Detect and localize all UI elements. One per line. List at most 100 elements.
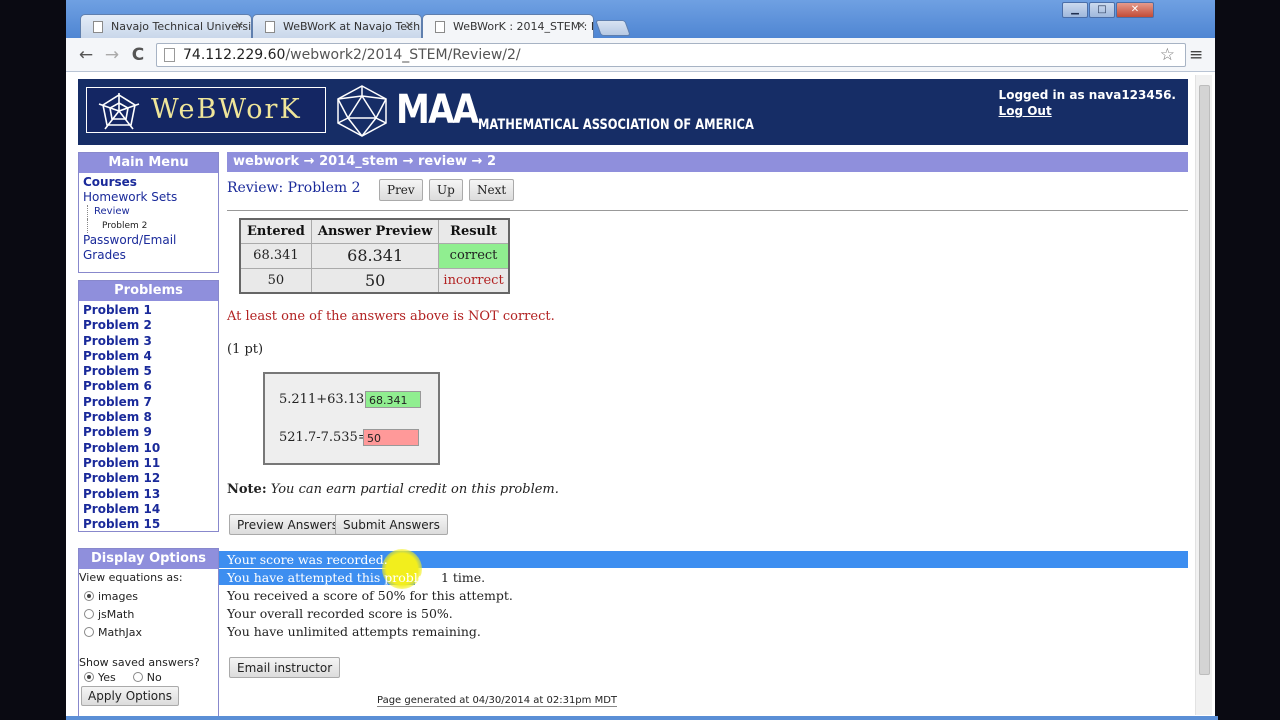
tab-title: WeBWorK at Navajo Tech	[283, 20, 421, 33]
problem-link[interactable]: Problem 14	[83, 502, 214, 517]
forward-arrow-icon[interactable]: →	[102, 45, 122, 65]
prev-button[interactable]: Prev	[379, 179, 423, 201]
webwork-logo-text: WeBWorK	[151, 94, 302, 125]
problem-link[interactable]: Problem 2	[83, 318, 214, 333]
apply-options-button[interactable]: Apply Options	[81, 686, 179, 706]
vertical-scrollbar[interactable]	[1195, 75, 1212, 715]
login-info: Logged in as nava123456. Log Out	[999, 87, 1176, 119]
problems-menu: Problems Problem 1 Problem 2 Problem 3 P…	[78, 280, 219, 532]
problem-link[interactable]: Problem 8	[83, 410, 214, 425]
up-button[interactable]: Up	[429, 179, 463, 201]
close-window-button[interactable]: ✕	[1116, 2, 1154, 18]
page-icon	[93, 21, 103, 33]
result-correct: correct	[438, 242, 510, 269]
reload-icon[interactable]: C	[128, 45, 148, 65]
close-tab-icon[interactable]: ✕	[235, 19, 244, 32]
col-entered: Entered	[239, 218, 312, 244]
problem2-current: Problem 2	[87, 219, 214, 233]
answer-table: Entered Answer Preview Result 68.341 68.…	[239, 218, 510, 294]
maximize-button[interactable]: □	[1089, 2, 1115, 18]
problem-link[interactable]: Problem 15	[83, 517, 214, 532]
entered-cell: 68.341	[239, 242, 312, 269]
not-correct-message: At least one of the answers above is NOT…	[227, 309, 555, 324]
table-row: 50 50 incorrect	[239, 267, 510, 294]
page-footer: Page generated at 04/30/2014 at 02:31pm …	[377, 695, 618, 707]
overall-score-text: Your overall recorded score is 50%.	[227, 606, 453, 621]
scrollbar-thumb[interactable]	[1199, 85, 1210, 675]
problem-points: (1 pt)	[227, 342, 264, 357]
tab-webwork-review[interactable]: WeBWorK : 2014_STEM : R ✕	[422, 14, 594, 39]
problem-link[interactable]: Problem 12	[83, 471, 214, 486]
view-equations-label: View equations as:	[79, 571, 183, 584]
problem-link[interactable]: Problem 4	[83, 349, 214, 364]
close-tab-icon[interactable]: ✕	[577, 19, 586, 32]
partial-credit-note: Note: You can earn partial credit on thi…	[227, 482, 559, 497]
answer-field-1[interactable]: 68.341	[365, 391, 421, 408]
homework-sets-link[interactable]: Homework Sets	[83, 190, 214, 205]
equation-1: 5.211+63.13=	[279, 392, 376, 407]
radio-yes[interactable]	[84, 672, 94, 682]
browser-menu-icon[interactable]: ≡	[1189, 45, 1203, 65]
display-options-header: Display Options	[79, 549, 218, 569]
preview-answers-button[interactable]: Preview Answers	[229, 514, 346, 535]
problem-link[interactable]: Problem 13	[83, 487, 214, 502]
problems-header: Problems	[79, 281, 218, 301]
email-instructor-button[interactable]: Email instructor	[229, 657, 341, 678]
main-menu: Main Menu Courses Homework Sets Review P…	[78, 152, 219, 273]
attempts-text: You have attempted this problem 1 time.	[227, 570, 486, 585]
web-page: WeBWorK MAA MATHEMATICAL ASSOCIATION OF …	[66, 72, 1218, 720]
problem-link[interactable]: Problem 6	[83, 379, 214, 394]
col-result: Result	[438, 218, 510, 244]
new-tab-button[interactable]	[595, 20, 631, 36]
bookmark-star-icon[interactable]: ☆	[1160, 45, 1175, 65]
problem-link[interactable]: Problem 3	[83, 334, 214, 349]
page-icon	[164, 48, 175, 62]
option-mathjax[interactable]: MathJax	[84, 624, 218, 642]
minimize-button[interactable]: ▁	[1062, 2, 1088, 18]
option-images[interactable]: images	[84, 588, 218, 606]
browser-toolbar: ← → C 74.112.229.60/webwork2/2014_STEM/R…	[66, 38, 1218, 72]
radio-mathjax[interactable]	[84, 627, 94, 637]
breadcrumb: webwork → 2014_stem → review → 2	[227, 152, 1188, 172]
problem-link[interactable]: Problem 5	[83, 364, 214, 379]
option-jsmath[interactable]: jsMath	[84, 606, 218, 624]
window-controls: ▁ □ ✕	[1062, 2, 1154, 20]
radio-jsmath[interactable]	[84, 609, 94, 619]
attempts-remaining-text: You have unlimited attempts remaining.	[227, 624, 481, 639]
courses-link[interactable]: Courses	[83, 175, 214, 190]
next-button[interactable]: Next	[469, 179, 515, 201]
main-menu-header: Main Menu	[79, 153, 218, 173]
tab-navajo-tech[interactable]: Navajo Technical Universi ✕	[80, 14, 252, 38]
address-bar[interactable]: 74.112.229.60/webwork2/2014_STEM/Review/…	[156, 43, 1186, 67]
radio-images[interactable]	[84, 591, 94, 601]
entered-cell: 50	[239, 267, 312, 294]
site-banner: WeBWorK MAA MATHEMATICAL ASSOCIATION OF …	[78, 79, 1188, 145]
problem-box: 5.211+63.13= 68.341 521.7-7.535= 50	[263, 372, 440, 465]
page-icon	[265, 21, 275, 33]
problem-link[interactable]: Problem 11	[83, 456, 214, 471]
back-arrow-icon[interactable]: ←	[76, 45, 96, 65]
password-email-link[interactable]: Password/Email	[83, 233, 214, 248]
problem-link[interactable]: Problem 7	[83, 395, 214, 410]
tab-webwork-navajo[interactable]: WeBWorK at Navajo Tech ✕	[252, 14, 422, 38]
problem-link[interactable]: Problem 10	[83, 441, 214, 456]
logout-link[interactable]: Log Out	[999, 103, 1176, 119]
show-saved-label: Show saved answers?	[79, 656, 200, 669]
maa-icosahedron-icon	[337, 85, 387, 137]
grades-link[interactable]: Grades	[83, 248, 214, 263]
radio-no[interactable]	[132, 672, 143, 682]
problem-link[interactable]: Problem 1	[83, 303, 214, 318]
desktop-frame-right	[1215, 0, 1280, 720]
url-host: 74.112.229.60	[183, 47, 286, 63]
close-tab-icon[interactable]: ✕	[405, 19, 414, 32]
divider	[227, 210, 1188, 211]
review-link[interactable]: Review	[87, 205, 214, 219]
answer-field-2[interactable]: 50	[363, 429, 419, 446]
problem-link[interactable]: Problem 9	[83, 425, 214, 440]
equation-2: 521.7-7.535=	[279, 430, 369, 445]
score-recorded-text: Your score was recorded.	[227, 552, 388, 567]
tab-title: Navajo Technical Universi	[111, 20, 252, 33]
submit-answers-button[interactable]: Submit Answers	[335, 514, 448, 535]
display-options: Display Options View equations as: image…	[78, 548, 219, 720]
webwork-logo[interactable]: WeBWorK	[86, 87, 326, 133]
